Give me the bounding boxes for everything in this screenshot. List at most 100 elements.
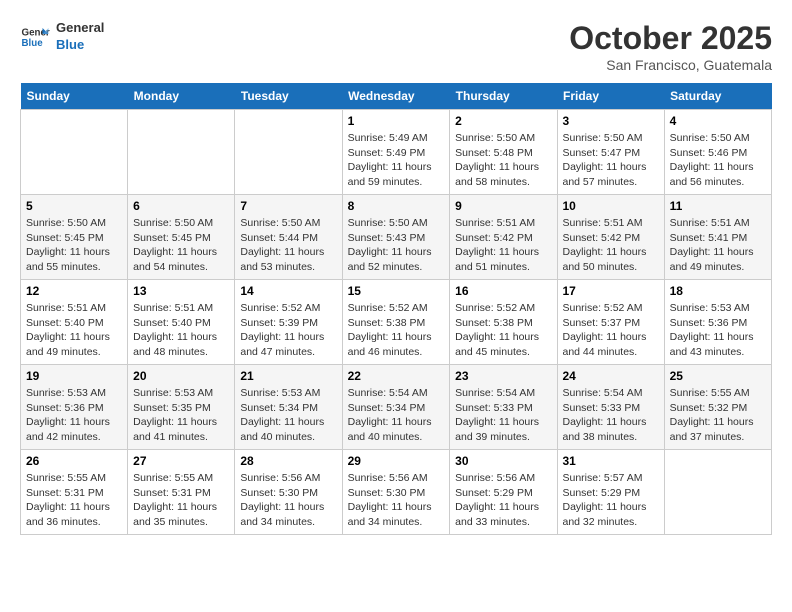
day-info: Sunrise: 5:55 AMSunset: 5:32 PMDaylight:… bbox=[670, 386, 766, 445]
calendar-cell: 18 Sunrise: 5:53 AMSunset: 5:36 PMDayligh… bbox=[664, 280, 771, 365]
day-number: 14 bbox=[240, 284, 336, 298]
day-number: 2 bbox=[455, 114, 551, 128]
calendar-cell: 22Sunrise: 5:54 AMSunset: 5:34 PMDayligh… bbox=[342, 365, 450, 450]
title-block: October 2025 San Francisco, Guatemala bbox=[569, 20, 772, 73]
day-number: 22 bbox=[348, 369, 445, 383]
calendar-cell: 7Sunrise: 5:50 AMSunset: 5:44 PMDaylight… bbox=[235, 195, 342, 280]
day-number: 16 bbox=[455, 284, 551, 298]
calendar-cell: 24 Sunrise: 5:54 AMSunset: 5:33 PMDayligh… bbox=[557, 365, 664, 450]
calendar-cell: 20 Sunrise: 5:53 AMSunset: 5:35 PMDayligh… bbox=[128, 365, 235, 450]
calendar-cell: 26Sunrise: 5:55 AMSunset: 5:31 PMDayligh… bbox=[21, 450, 128, 535]
day-info: Sunrise: 5:50 AMSunset: 5:45 PMDaylight:… bbox=[26, 216, 122, 275]
calendar-cell: 21 Sunrise: 5:53 AMSunset: 5:34 PMDayligh… bbox=[235, 365, 342, 450]
day-info: Sunrise: 5:54 AMSunset: 5:33 PMDaylight:… bbox=[563, 386, 659, 445]
day-number: 12 bbox=[26, 284, 122, 298]
day-number: 29 bbox=[348, 454, 445, 468]
day-info: Sunrise: 5:50 AMSunset: 5:47 PMDaylight:… bbox=[563, 131, 659, 190]
day-info: Sunrise: 5:55 AMSunset: 5:31 PMDaylight:… bbox=[26, 471, 122, 530]
calendar-cell: 25 Sunrise: 5:55 AMSunset: 5:32 PMDayligh… bbox=[664, 365, 771, 450]
calendar-cell: 27Sunrise: 5:55 AMSunset: 5:31 PMDayligh… bbox=[128, 450, 235, 535]
weekday-header: Tuesday bbox=[235, 83, 342, 110]
day-number: 21 bbox=[240, 369, 336, 383]
weekday-header: Monday bbox=[128, 83, 235, 110]
day-number: 1 bbox=[348, 114, 445, 128]
day-info: Sunrise: 5:51 AMSunset: 5:42 PMDaylight:… bbox=[455, 216, 551, 275]
day-number: 10 bbox=[563, 199, 659, 213]
day-info: Sunrise: 5:50 AMSunset: 5:44 PMDaylight:… bbox=[240, 216, 336, 275]
calendar-cell: 10 Sunrise: 5:51 AMSunset: 5:42 PMDayligh… bbox=[557, 195, 664, 280]
day-info: Sunrise: 5:51 AMSunset: 5:41 PMDaylight:… bbox=[670, 216, 766, 275]
calendar-week-row: 19Sunrise: 5:53 AMSunset: 5:36 PMDayligh… bbox=[21, 365, 772, 450]
day-info: Sunrise: 5:53 AMSunset: 5:35 PMDaylight:… bbox=[133, 386, 229, 445]
calendar-cell: 3Sunrise: 5:50 AMSunset: 5:47 PMDaylight… bbox=[557, 110, 664, 195]
calendar-cell: 14 Sunrise: 5:52 AMSunset: 5:39 PMDayligh… bbox=[235, 280, 342, 365]
day-info: Sunrise: 5:53 AMSunset: 5:36 PMDaylight:… bbox=[26, 386, 122, 445]
day-info: Sunrise: 5:56 AMSunset: 5:30 PMDaylight:… bbox=[240, 471, 336, 530]
calendar-week-row: 1 Sunrise: 5:49 AMSunset: 5:49 PMDaylight… bbox=[21, 110, 772, 195]
day-info: Sunrise: 5:51 AMSunset: 5:42 PMDaylight:… bbox=[563, 216, 659, 275]
day-number: 24 bbox=[563, 369, 659, 383]
calendar-cell bbox=[21, 110, 128, 195]
day-info: Sunrise: 5:54 AMSunset: 5:33 PMDaylight:… bbox=[455, 386, 551, 445]
logo-line2: Blue bbox=[56, 37, 104, 54]
calendar-week-row: 5 Sunrise: 5:50 AMSunset: 5:45 PMDaylight… bbox=[21, 195, 772, 280]
day-info: Sunrise: 5:50 AMSunset: 5:48 PMDaylight:… bbox=[455, 131, 551, 190]
day-info: Sunrise: 5:52 AMSunset: 5:38 PMDaylight:… bbox=[348, 301, 445, 360]
calendar-cell bbox=[664, 450, 771, 535]
weekday-header: Friday bbox=[557, 83, 664, 110]
calendar-cell: 11Sunrise: 5:51 AMSunset: 5:41 PMDayligh… bbox=[664, 195, 771, 280]
calendar-cell: 8Sunrise: 5:50 AMSunset: 5:43 PMDaylight… bbox=[342, 195, 450, 280]
day-number: 18 bbox=[670, 284, 766, 298]
weekday-header: Saturday bbox=[664, 83, 771, 110]
day-info: Sunrise: 5:55 AMSunset: 5:31 PMDaylight:… bbox=[133, 471, 229, 530]
day-info: Sunrise: 5:57 AMSunset: 5:29 PMDaylight:… bbox=[563, 471, 659, 530]
location: San Francisco, Guatemala bbox=[569, 57, 772, 73]
day-info: Sunrise: 5:49 AMSunset: 5:49 PMDaylight:… bbox=[348, 131, 445, 190]
day-info: Sunrise: 5:56 AMSunset: 5:30 PMDaylight:… bbox=[348, 471, 445, 530]
day-number: 5 bbox=[26, 199, 122, 213]
svg-text:Blue: Blue bbox=[22, 38, 44, 49]
calendar-cell: 12 Sunrise: 5:51 AMSunset: 5:40 PMDayligh… bbox=[21, 280, 128, 365]
calendar-cell: 29 Sunrise: 5:56 AMSunset: 5:30 PMDayligh… bbox=[342, 450, 450, 535]
day-number: 17 bbox=[563, 284, 659, 298]
weekday-header: Sunday bbox=[21, 83, 128, 110]
logo-icon: General Blue bbox=[20, 22, 50, 52]
calendar-cell bbox=[128, 110, 235, 195]
calendar-cell: 28 Sunrise: 5:56 AMSunset: 5:30 PMDayligh… bbox=[235, 450, 342, 535]
calendar-cell: 31 Sunrise: 5:57 AMSunset: 5:29 PMDayligh… bbox=[557, 450, 664, 535]
day-number: 4 bbox=[670, 114, 766, 128]
day-number: 25 bbox=[670, 369, 766, 383]
day-number: 13 bbox=[133, 284, 229, 298]
calendar-week-row: 26Sunrise: 5:55 AMSunset: 5:31 PMDayligh… bbox=[21, 450, 772, 535]
calendar-cell: 1 Sunrise: 5:49 AMSunset: 5:49 PMDaylight… bbox=[342, 110, 450, 195]
calendar-week-row: 12 Sunrise: 5:51 AMSunset: 5:40 PMDayligh… bbox=[21, 280, 772, 365]
day-info: Sunrise: 5:53 AMSunset: 5:36 PMDaylight:… bbox=[670, 301, 766, 360]
logo-line1: General bbox=[56, 20, 104, 37]
day-number: 20 bbox=[133, 369, 229, 383]
calendar-cell: 13 Sunrise: 5:51 AMSunset: 5:40 PMDayligh… bbox=[128, 280, 235, 365]
weekday-header: Thursday bbox=[450, 83, 557, 110]
day-info: Sunrise: 5:51 AMSunset: 5:40 PMDaylight:… bbox=[26, 301, 122, 360]
calendar-cell: 16Sunrise: 5:52 AMSunset: 5:38 PMDayligh… bbox=[450, 280, 557, 365]
day-number: 23 bbox=[455, 369, 551, 383]
calendar-cell: 23 Sunrise: 5:54 AMSunset: 5:33 PMDayligh… bbox=[450, 365, 557, 450]
day-number: 8 bbox=[348, 199, 445, 213]
calendar-cell: 2 Sunrise: 5:50 AMSunset: 5:48 PMDaylight… bbox=[450, 110, 557, 195]
day-info: Sunrise: 5:52 AMSunset: 5:37 PMDaylight:… bbox=[563, 301, 659, 360]
page-header: General Blue General Blue October 2025 S… bbox=[20, 20, 772, 73]
day-info: Sunrise: 5:52 AMSunset: 5:39 PMDaylight:… bbox=[240, 301, 336, 360]
day-info: Sunrise: 5:53 AMSunset: 5:34 PMDaylight:… bbox=[240, 386, 336, 445]
calendar-cell bbox=[235, 110, 342, 195]
day-number: 28 bbox=[240, 454, 336, 468]
calendar-cell: 19Sunrise: 5:53 AMSunset: 5:36 PMDayligh… bbox=[21, 365, 128, 450]
day-info: Sunrise: 5:50 AMSunset: 5:46 PMDaylight:… bbox=[670, 131, 766, 190]
day-number: 6 bbox=[133, 199, 229, 213]
day-info: Sunrise: 5:50 AMSunset: 5:45 PMDaylight:… bbox=[133, 216, 229, 275]
weekday-header-row: SundayMondayTuesdayWednesdayThursdayFrid… bbox=[21, 83, 772, 110]
calendar-cell: 15 Sunrise: 5:52 AMSunset: 5:38 PMDayligh… bbox=[342, 280, 450, 365]
day-info: Sunrise: 5:51 AMSunset: 5:40 PMDaylight:… bbox=[133, 301, 229, 360]
day-number: 31 bbox=[563, 454, 659, 468]
day-info: Sunrise: 5:56 AMSunset: 5:29 PMDaylight:… bbox=[455, 471, 551, 530]
day-number: 15 bbox=[348, 284, 445, 298]
calendar-cell: 9Sunrise: 5:51 AMSunset: 5:42 PMDaylight… bbox=[450, 195, 557, 280]
